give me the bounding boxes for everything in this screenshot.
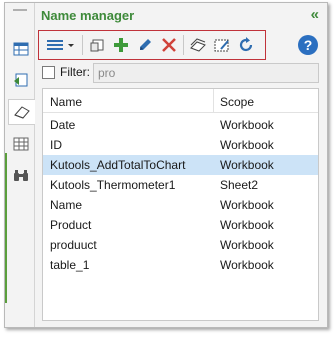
filter-checkbox[interactable] (42, 65, 55, 79)
column-divider[interactable] (213, 89, 214, 113)
list-item[interactable]: Date Workbook (43, 115, 318, 135)
eraser-icon[interactable] (8, 99, 35, 125)
filter-row: Filter: (42, 65, 97, 79)
names-list: Name Scope Date Workbook ID Workbook Kut… (42, 88, 319, 321)
name-cell: Name (50, 198, 83, 212)
help-icon[interactable]: ? (298, 35, 318, 55)
name-manager-toolbar (38, 30, 266, 60)
scope-cell: Workbook (220, 158, 274, 172)
name-cell: table_1 (50, 258, 90, 272)
rail-accent-bar (5, 153, 7, 303)
name-cell: Kutools_Thermometer1 (50, 178, 176, 192)
list-header: Name Scope (43, 89, 318, 113)
panel-title: Name manager (41, 8, 135, 23)
binoculars-icon[interactable] (8, 163, 33, 189)
edit-icon[interactable] (133, 33, 157, 57)
rail-grip-handle[interactable] (13, 9, 27, 11)
name-cell: Date (50, 118, 76, 132)
scope-cell: Workbook (220, 258, 274, 272)
list-item[interactable]: Product Workbook (43, 215, 318, 235)
list-item[interactable]: ID Workbook (43, 135, 318, 155)
name-manager-panel: Name manager « ? Filter: pro Name Scope … (4, 2, 328, 328)
scope-cell: Workbook (220, 218, 274, 232)
toolbar-divider (183, 35, 184, 55)
filter-label: Filter: (60, 65, 90, 79)
filter-input[interactable]: pro (93, 63, 319, 83)
column-header-name[interactable]: Name (50, 95, 82, 109)
add-icon[interactable] (109, 33, 133, 57)
name-cell: produuct (50, 238, 97, 252)
range-edit-icon[interactable] (210, 33, 234, 57)
column-header-scope[interactable]: Scope (220, 95, 254, 109)
list-item[interactable]: table_1 Workbook (43, 255, 318, 275)
toolbar-divider (82, 35, 83, 55)
scope-cell: Workbook (220, 138, 274, 152)
workbook-icon[interactable] (8, 36, 33, 62)
scope-cell: Workbook (220, 198, 274, 212)
scope-cell: Workbook (220, 118, 274, 132)
export-names-icon[interactable] (85, 33, 109, 57)
list-menu-icon[interactable] (42, 33, 80, 57)
scope-cell: Workbook (220, 238, 274, 252)
scope-cell: Sheet2 (220, 178, 259, 192)
collapse-panel-icon[interactable]: « (311, 6, 319, 23)
refresh-icon[interactable] (234, 33, 258, 57)
list-item[interactable]: Name Workbook (43, 195, 318, 215)
list-item[interactable]: Kutools_Thermometer1 Sheet2 (43, 175, 318, 195)
delete-icon[interactable] (157, 33, 181, 57)
grid-icon[interactable] (8, 131, 33, 157)
name-cell: ID (50, 138, 62, 152)
list-item-selected[interactable]: Kutools_AddTotalToChart Workbook (43, 155, 318, 175)
name-cell: Kutools_AddTotalToChart (50, 158, 186, 172)
name-cell: Product (50, 218, 92, 232)
sheet-icon[interactable] (8, 67, 33, 93)
side-rail (5, 3, 35, 327)
list-item[interactable]: produuct Workbook (43, 235, 318, 255)
stack-icon[interactable] (186, 33, 210, 57)
